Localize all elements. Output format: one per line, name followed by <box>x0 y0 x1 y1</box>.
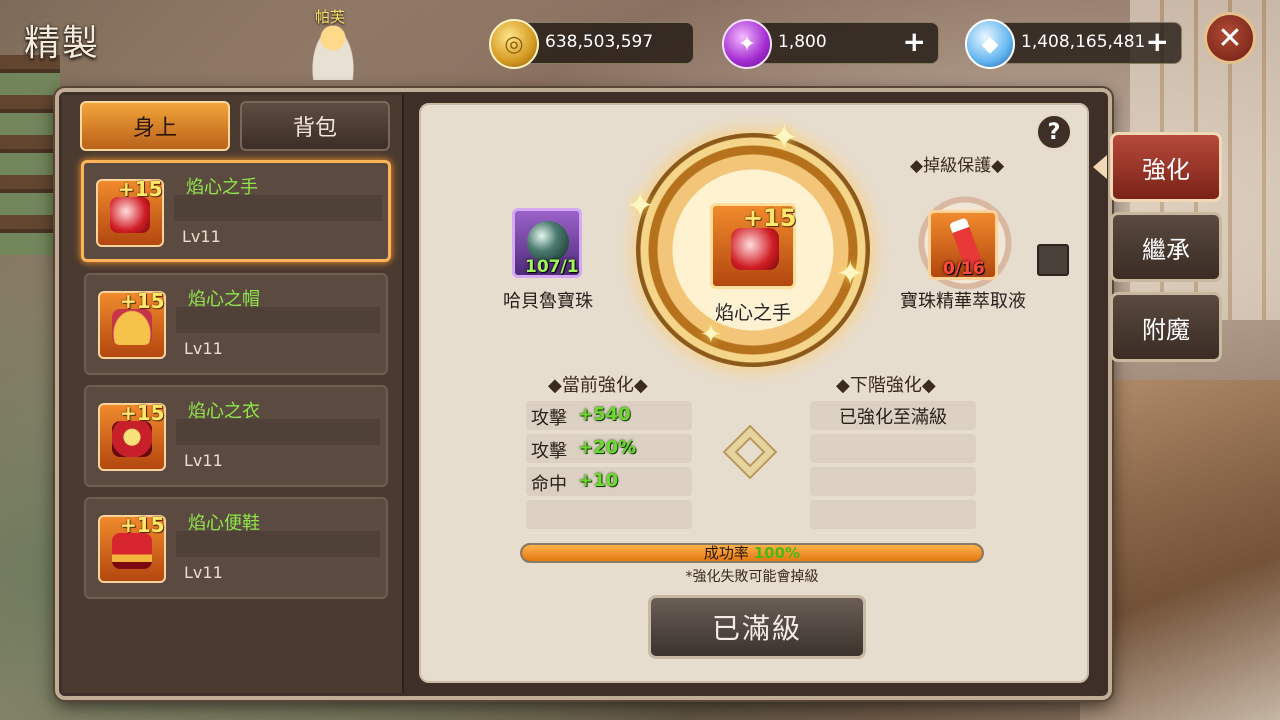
currency-gem: ✦ 1,800 + <box>722 19 939 69</box>
purple-gem-icon: ✦ <box>722 19 772 69</box>
protection-count: 0/16 <box>943 259 985 279</box>
tab-inherit[interactable]: 繼承 <box>1110 212 1222 282</box>
success-rate-value: 100% <box>753 544 801 562</box>
armor-icon: +15 <box>98 401 166 471</box>
material-name: 哈貝魯寶珠 <box>503 291 593 312</box>
sparkle-icon: ✦ <box>626 186 655 226</box>
max-level-button[interactable]: 已滿級 <box>648 595 866 659</box>
list-item[interactable]: +15 焰心之衣 Lv11 <box>84 385 388 487</box>
item-level: Lv11 <box>184 451 223 470</box>
enhance-level-badge: +15 <box>120 513 165 537</box>
gold-coin-icon: ◎ <box>489 19 539 69</box>
next-arrow-icon <box>722 424 778 480</box>
active-tab-arrow <box>1093 155 1107 179</box>
npc-character[interactable] <box>310 24 356 80</box>
item-level: Lv11 <box>182 227 221 246</box>
hat-icon: +15 <box>98 289 166 359</box>
background-shelf <box>0 55 60 255</box>
item-name: 焰心之衣 <box>188 401 260 422</box>
enhance-level-badge: +15 <box>120 401 165 425</box>
diamond-add-button[interactable]: + <box>1146 27 1169 57</box>
tab-enhance[interactable]: 強化 <box>1110 132 1222 202</box>
tab-equipped[interactable]: 身上 <box>80 101 230 151</box>
item-level: Lv11 <box>184 563 223 582</box>
stat-label: 攻擊 <box>531 408 567 429</box>
list-item[interactable]: +15 焰心便鞋 Lv11 <box>84 497 388 599</box>
diamond-amount: 1,408,165,481 <box>1021 32 1146 52</box>
next-enhance-title: ◆下階強化◆ <box>836 375 936 396</box>
boots-icon: +15 <box>98 513 166 583</box>
list-item[interactable]: +15 焰心之手 Lv11 <box>81 160 391 262</box>
potion-icon[interactable]: 0/16 <box>928 210 998 280</box>
stat-label: 命中 <box>531 474 567 495</box>
close-button[interactable]: ✕ <box>1204 12 1256 64</box>
enhance-level-badge: +15 <box>743 204 797 232</box>
gem-add-button[interactable]: + <box>903 27 926 57</box>
stat-value: +10 <box>578 470 619 491</box>
gauntlet-icon: +15 <box>96 177 164 247</box>
selected-item-name: 焰心之手 <box>714 302 791 324</box>
sparkle-icon: ✦ <box>836 254 865 294</box>
item-name: 焰心便鞋 <box>188 513 260 534</box>
current-enhance-title: ◆當前強化◆ <box>548 375 648 396</box>
npc-name: 帕芙 <box>315 8 346 26</box>
fail-warning: *強化失敗可能會掉級 <box>685 569 819 585</box>
enhance-level-badge: +15 <box>118 177 163 201</box>
material-count: 107/1 <box>525 257 579 277</box>
stat-value: +540 <box>578 404 631 425</box>
protection-checkbox[interactable] <box>1037 244 1069 276</box>
currency-gold: ◎ 638,503,597 <box>489 19 694 69</box>
currency-diamond: ◆ 1,408,165,481 + <box>965 19 1182 69</box>
gem-amount: 1,800 <box>778 32 827 52</box>
tab-enchant[interactable]: 附魔 <box>1110 292 1222 362</box>
item-level: Lv11 <box>184 339 223 358</box>
stat-label: 攻擊 <box>531 441 567 462</box>
selected-gauntlet-icon[interactable]: +15 <box>710 203 797 289</box>
item-name: 焰心之手 <box>186 177 258 198</box>
list-item[interactable]: +15 焰心之帽 Lv11 <box>84 273 388 375</box>
diamond-icon: ◆ <box>965 19 1015 69</box>
help-button[interactable]: ? <box>1036 114 1072 150</box>
item-name: 焰心之帽 <box>188 289 260 310</box>
protection-name: 寶珠精華萃取液 <box>900 291 1026 312</box>
stat-value: +20% <box>578 437 637 458</box>
enhance-level-badge: +15 <box>120 289 165 313</box>
success-rate-label: 成功率 100% <box>703 544 801 562</box>
page-title: 精製 <box>24 23 101 64</box>
max-level-text: 已強化至滿級 <box>839 407 947 428</box>
sparkle-icon: ✦ <box>770 118 799 158</box>
gold-amount: 638,503,597 <box>545 32 654 52</box>
orb-material-icon[interactable]: 107/1 <box>512 208 582 278</box>
protection-title: ◆掉級保護◆ <box>910 156 1005 176</box>
tab-bag[interactable]: 背包 <box>240 101 390 151</box>
